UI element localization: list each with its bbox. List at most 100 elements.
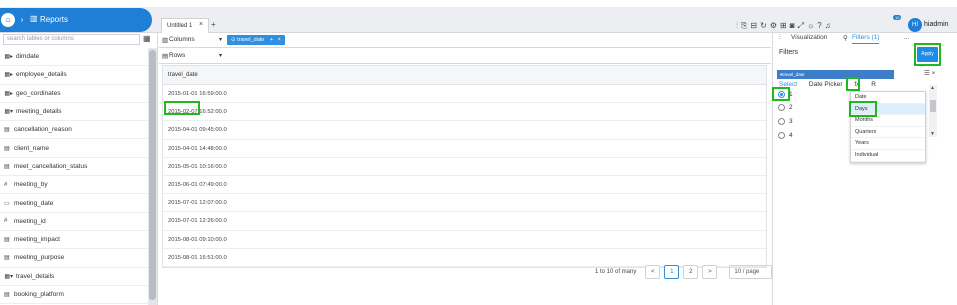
- search-input[interactable]: search tables or columns: [3, 34, 140, 45]
- text-field-icon: ▤: [4, 127, 10, 134]
- refresh-icon[interactable]: ↻: [760, 19, 767, 33]
- table-list-item[interactable]: # meeting_by: [0, 176, 148, 195]
- pill-label: travel_date: [237, 37, 265, 43]
- bell-icon[interactable]: ♫: [825, 19, 831, 33]
- table-list-item[interactable]: ▤ cancellation_reason: [0, 121, 148, 140]
- close-icon[interactable]: ×: [199, 18, 203, 32]
- view-icon[interactable]: ⊟: [750, 19, 757, 33]
- table-row[interactable]: 2015-04-01 09:45:00.0: [163, 121, 766, 140]
- table-icon: ▦▸: [4, 90, 13, 97]
- chevron-down-icon[interactable]: ▾: [219, 52, 222, 59]
- filter-mode-date-picker[interactable]: Date Picker: [809, 81, 843, 88]
- highlight-box: Apply: [914, 43, 941, 66]
- table-list-item[interactable]: ▤ meet_cancellation_status: [0, 158, 148, 177]
- filter-icon: ⚲: [843, 35, 848, 42]
- scrollbar[interactable]: ▲ ▼: [929, 85, 937, 137]
- page-1-button[interactable]: 1: [664, 265, 680, 279]
- properties-panel: ⫶ Visualization ⚲ Filters (1) ... Filter…: [772, 33, 957, 305]
- text-field-icon: ▤: [4, 237, 10, 244]
- table-list-item[interactable]: ▦▾ travel_details: [0, 268, 148, 286]
- columns-shelf[interactable]: ▥ Columns ▾ ⊙ travel_date + ×: [159, 33, 771, 48]
- table-row[interactable]: 2015-05-01 10:16:00.0: [163, 158, 766, 176]
- table-list-item[interactable]: ▤ meeting_purpose: [0, 249, 148, 268]
- highlight-box: [846, 77, 860, 91]
- bulb-icon[interactable]: ☼: [807, 19, 814, 33]
- notification-badge: 10: [893, 15, 902, 20]
- radio-icon[interactable]: [778, 118, 785, 125]
- filter-field-bar[interactable]: ▾travel_date: [777, 70, 894, 79]
- help-icon[interactable]: ?: [817, 19, 821, 33]
- home-icon[interactable]: ⌂: [1, 13, 15, 27]
- table-row[interactable]: 2015-07-01 12:07:00.0: [163, 194, 766, 213]
- tab-visualization[interactable]: Visualization: [791, 34, 827, 41]
- date-field-icon: ▭: [4, 200, 10, 207]
- scrollbar-thumb[interactable]: [149, 50, 156, 300]
- table-list-item[interactable]: ▦▸ dimdate: [0, 48, 148, 67]
- radio-option-2[interactable]: 2: [778, 104, 793, 111]
- apply-button[interactable]: Apply: [917, 47, 938, 62]
- chevron-down-icon[interactable]: ▾: [219, 36, 222, 43]
- column-header[interactable]: travel_date: [163, 66, 766, 85]
- table-row[interactable]: 2015-07-01 12:26:00.0: [163, 212, 766, 231]
- radio-icon[interactable]: [778, 104, 785, 111]
- scroll-down-icon[interactable]: ▼: [930, 131, 935, 137]
- close-icon[interactable]: ×: [932, 70, 936, 77]
- grid-icon[interactable]: ▦: [143, 34, 151, 43]
- avatar[interactable]: HI: [908, 18, 922, 32]
- more-icon[interactable]: ...: [904, 34, 909, 41]
- table-row[interactable]: 2015-02-07 16:52:00.0: [163, 103, 766, 122]
- text-field-icon: ▤: [4, 255, 10, 262]
- table-list-item[interactable]: ▦▸ geo_cordinates: [0, 85, 148, 103]
- option-quarters[interactable]: Quarters: [851, 127, 925, 139]
- table-list-item[interactable]: ▭ meeting_date: [0, 194, 148, 213]
- prev-page-button[interactable]: <: [645, 265, 661, 279]
- menu-icon[interactable]: ☰: [924, 70, 930, 77]
- table-list-item[interactable]: ▤ client_name: [0, 139, 148, 158]
- export-icon[interactable]: ⎘: [741, 19, 747, 33]
- table-list-label: meeting_details: [16, 108, 62, 116]
- table-row[interactable]: 2015-04-01 14:48:00.0: [163, 140, 766, 158]
- option-years[interactable]: Years: [851, 138, 925, 150]
- travel-date-pill[interactable]: ⊙ travel_date + ×: [227, 35, 285, 45]
- rows-icon: ▤: [162, 53, 169, 60]
- add-icon[interactable]: +: [270, 37, 273, 43]
- table-list-label: meeting_purpose: [14, 254, 65, 262]
- layout-icon[interactable]: ⊞: [780, 19, 787, 33]
- camera-icon[interactable]: ◙: [790, 19, 795, 33]
- table-row[interactable]: 2015-06-01 07:49:00.0: [163, 176, 766, 195]
- table-list-item[interactable]: ▦▾ meeting_details: [0, 103, 148, 122]
- fullscreen-icon[interactable]: ⤢: [798, 19, 804, 33]
- breadcrumb-reports[interactable]: Reports: [40, 15, 68, 24]
- user-menu[interactable]: hiadmin: [924, 21, 949, 28]
- remove-icon[interactable]: ×: [278, 37, 281, 43]
- columns-icon: ▥: [162, 37, 169, 44]
- radio-icon[interactable]: [778, 132, 785, 139]
- page-size-select[interactable]: 10 / page: [729, 265, 773, 279]
- rows-label: Rows: [169, 52, 186, 59]
- rows-shelf[interactable]: ▤ Rows ▾: [159, 49, 771, 64]
- settings-icon[interactable]: ⚙: [770, 19, 777, 33]
- page-2-button[interactable]: 2: [683, 265, 699, 279]
- next-page-button[interactable]: >: [702, 265, 718, 279]
- scrollbar[interactable]: [148, 48, 157, 305]
- radio-option-4[interactable]: 4: [778, 132, 793, 139]
- radio-option-3[interactable]: 3: [778, 118, 793, 125]
- number-field-icon: #: [4, 181, 8, 188]
- radio-label: 3: [789, 118, 793, 125]
- option-individual[interactable]: Individual: [851, 150, 925, 162]
- filter-mode-r[interactable]: R: [871, 81, 876, 88]
- table-list-item[interactable]: # meeting_id: [0, 213, 148, 231]
- table-list-item[interactable]: ▦▸ employee_details: [0, 66, 148, 85]
- table-list-item[interactable]: ▤ meeting_impact: [0, 231, 148, 250]
- tab-filters[interactable]: Filters (1): [852, 34, 880, 44]
- data-table: travel_date 2015-01-01 16:59:00.0 2015-02…: [162, 65, 767, 268]
- chart-icon[interactable]: ⫶: [736, 19, 738, 33]
- table-row[interactable]: 2015-08-01 09:10:00.0: [163, 231, 766, 249]
- table-list-label: geo_cordinates: [16, 89, 61, 97]
- scrollbar-thumb[interactable]: [930, 100, 936, 112]
- table-row[interactable]: 2015-01-01 16:59:00.0: [163, 85, 766, 104]
- add-tab-icon[interactable]: +: [211, 18, 216, 32]
- table-list-item[interactable]: ▤ booking_platform: [0, 286, 148, 305]
- chevron-right-icon[interactable]: ›: [17, 13, 27, 27]
- scroll-up-icon[interactable]: ▲: [930, 85, 935, 91]
